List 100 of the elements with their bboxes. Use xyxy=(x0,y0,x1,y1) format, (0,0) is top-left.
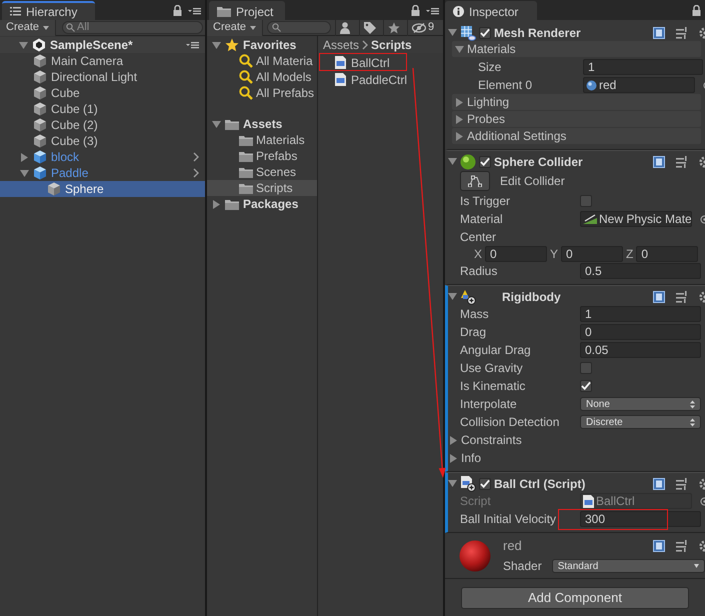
tree-item[interactable]: Cube (1) xyxy=(0,101,205,117)
caret-right-icon[interactable] xyxy=(455,114,464,124)
help-book-icon[interactable] xyxy=(653,290,665,302)
caret-right-icon[interactable] xyxy=(20,152,29,162)
file-item[interactable]: PaddleCtrl xyxy=(318,71,418,88)
checkbox[interactable] xyxy=(479,478,491,490)
foldout-label[interactable]: Info xyxy=(461,449,482,467)
tree-item[interactable]: All Models xyxy=(207,69,317,85)
property-label: Material xyxy=(460,211,504,228)
caret-down-icon[interactable] xyxy=(448,292,457,301)
add-component-button[interactable]: Add Component xyxy=(461,587,689,609)
caret-down-icon[interactable] xyxy=(20,168,29,178)
caret-right-icon[interactable] xyxy=(449,436,458,444)
object-field[interactable]: New Physic Mate xyxy=(580,211,692,227)
panel-tab[interactable]: Project xyxy=(209,1,285,20)
tree-item[interactable]: Scripts xyxy=(207,180,317,196)
caret-right-icon[interactable] xyxy=(449,454,458,462)
help-book-icon[interactable] xyxy=(653,26,665,38)
number-field[interactable]: 0.05 xyxy=(580,342,701,358)
checkbox[interactable] xyxy=(479,26,491,38)
sliders-icon[interactable] xyxy=(676,26,688,38)
breadcrumb-item[interactable]: Assets xyxy=(323,36,360,54)
caret-right-icon[interactable] xyxy=(455,132,464,140)
caret-right-icon[interactable] xyxy=(455,98,464,106)
tree-item[interactable]: Assets xyxy=(207,116,317,132)
number-field[interactable]: 0 xyxy=(580,324,701,340)
create-button[interactable]: Create xyxy=(207,20,264,36)
tree-item[interactable]: Cube (2) xyxy=(0,117,205,133)
unity-logo-icon xyxy=(32,38,46,52)
cube-icon xyxy=(33,134,47,148)
number-field[interactable]: 300 xyxy=(580,511,701,527)
tree-item[interactable]: Directional Light xyxy=(0,69,205,85)
checkbox[interactable] xyxy=(580,380,592,392)
caret-down-icon[interactable] xyxy=(448,28,457,37)
search-icon xyxy=(272,23,282,32)
menu-icon[interactable] xyxy=(426,6,439,14)
menu-icon[interactable] xyxy=(188,6,201,14)
caret-down-icon[interactable] xyxy=(448,479,457,488)
help-book-icon[interactable] xyxy=(653,156,665,168)
tree-item[interactable]: Cube xyxy=(0,85,205,101)
caret-down-icon[interactable] xyxy=(448,157,457,166)
sliders-icon[interactable] xyxy=(676,478,688,490)
component-title: Rigidbody xyxy=(502,288,561,306)
tree-item[interactable]: Prefabs xyxy=(207,148,317,164)
file-item[interactable]: BallCtrl xyxy=(318,54,418,71)
tree-item[interactable]: Scenes xyxy=(207,164,317,180)
tree-item[interactable]: Paddle xyxy=(0,165,205,181)
caret-right-icon[interactable] xyxy=(212,200,221,208)
number-field[interactable]: 0 xyxy=(636,246,698,262)
tree-item[interactable]: Main Camera xyxy=(0,53,205,69)
panel-tab[interactable]: Hierarchy xyxy=(2,1,95,20)
caret-down-icon[interactable] xyxy=(455,44,464,54)
foldout-label[interactable]: Constraints xyxy=(461,431,522,449)
tree-item[interactable]: All Materia xyxy=(207,53,317,69)
dropdown[interactable]: Discrete xyxy=(580,415,701,429)
number-field[interactable]: 1 xyxy=(580,306,701,322)
help-book-icon[interactable] xyxy=(653,540,665,552)
section-header[interactable]: Probes xyxy=(452,111,701,127)
caret-down-icon[interactable] xyxy=(212,40,221,50)
checkbox[interactable] xyxy=(580,195,592,207)
tree-item[interactable]: block xyxy=(0,149,205,165)
tree-item[interactable]: Sphere xyxy=(0,181,205,197)
number-field[interactable]: 0.5 xyxy=(580,263,701,279)
sliders-icon[interactable] xyxy=(676,540,688,552)
lock-icon[interactable] xyxy=(411,5,420,16)
search-field[interactable] xyxy=(267,21,332,34)
checkbox[interactable] xyxy=(580,362,592,374)
number-field[interactable]: 0 xyxy=(561,246,624,262)
section-header[interactable]: Lighting xyxy=(452,94,701,110)
sliders-icon[interactable] xyxy=(676,290,688,302)
dropdown[interactable]: None xyxy=(580,397,701,411)
tree-item[interactable]: Cube (3) xyxy=(0,133,205,149)
panel-tab[interactable]: Inspector xyxy=(445,1,537,20)
sliders-icon[interactable] xyxy=(676,156,688,168)
create-button[interactable]: Create xyxy=(0,20,56,36)
caret-down-icon[interactable] xyxy=(212,120,221,128)
script-file-icon xyxy=(583,494,594,508)
property-label: Is Trigger xyxy=(460,193,512,210)
tree-item[interactable]: Materials xyxy=(207,132,317,148)
lock-icon[interactable] xyxy=(692,5,701,16)
number-field[interactable]: 1 xyxy=(583,59,703,75)
tree-item[interactable]: Favorites xyxy=(207,37,317,53)
search-icon xyxy=(66,23,76,32)
search-field[interactable]: All xyxy=(62,21,203,34)
section-header[interactable]: Materials xyxy=(452,41,701,57)
tree-item[interactable]: All Prefabs xyxy=(207,85,317,101)
checkbox[interactable] xyxy=(479,156,491,168)
shader-dropdown[interactable]: Standard xyxy=(552,559,705,574)
breadcrumb-item[interactable]: Scripts xyxy=(371,36,412,54)
menu-icon[interactable] xyxy=(186,41,199,49)
object-field[interactable]: red xyxy=(583,77,695,93)
axis-label: Y xyxy=(550,246,558,263)
section-header[interactable]: Additional Settings xyxy=(452,128,701,144)
help-book-icon[interactable] xyxy=(653,478,665,490)
number-field[interactable]: 0 xyxy=(485,246,548,262)
lock-icon[interactable] xyxy=(173,5,182,16)
tree-item[interactable]: Packages xyxy=(207,196,317,212)
caret-down-icon[interactable] xyxy=(19,40,28,50)
scene-row[interactable]: SampleScene* xyxy=(0,37,205,53)
edit-collider-button[interactable] xyxy=(460,171,490,191)
